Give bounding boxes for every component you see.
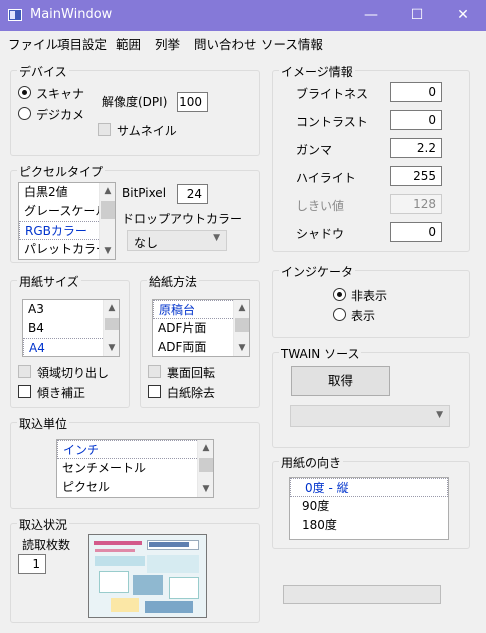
maximize-button[interactable]: ☐ — [394, 0, 440, 31]
scroll-up-icon[interactable]: ▲ — [104, 300, 119, 316]
dropout-value: なし — [134, 236, 159, 250]
scroll-down-icon[interactable]: ▼ — [104, 340, 119, 356]
menu-enumerate[interactable]: 列挙 — [155, 34, 180, 53]
scroll-up-icon[interactable]: ▲ — [198, 440, 213, 456]
acquire-button[interactable]: 取得 — [291, 366, 390, 396]
orientation-title: 用紙の向き — [279, 454, 344, 471]
count-field: 1 — [18, 554, 46, 574]
dropout-label: ドロップアウトカラー — [122, 212, 243, 226]
skip-blank-checkbox[interactable] — [148, 385, 161, 398]
scroll-down-icon[interactable]: ▼ — [100, 243, 115, 259]
pixel-type-list[interactable]: 白黒2値 グレースケール RGBカラー パレットカラー ▲ ▼ — [18, 182, 116, 260]
list-item[interactable]: 180度 — [290, 516, 448, 535]
gamma-input[interactable]: 2.2 — [390, 138, 442, 158]
capture-title: 取込状況 — [17, 516, 70, 533]
unit-title: 取込単位 — [17, 415, 70, 432]
crop-label: 領域切り出し — [37, 366, 110, 380]
close-button[interactable]: ✕ — [440, 0, 486, 31]
threshold-input[interactable]: 128 — [390, 194, 442, 214]
brightness-input[interactable]: 0 — [390, 82, 442, 102]
skip-blank-label: 白紙除去 — [167, 386, 216, 400]
orientation-list[interactable]: 0度 - 縦 90度 180度 — [289, 477, 449, 540]
crop-checkbox[interactable] — [18, 365, 31, 378]
feed-title: 給紙方法 — [147, 273, 200, 290]
contrast-label: コントラスト — [296, 115, 368, 129]
highlight-input[interactable]: 255 — [390, 166, 442, 186]
resolution-input[interactable]: 100 — [177, 92, 208, 112]
camera-radio[interactable] — [18, 107, 31, 120]
list-item[interactable]: ピクセル — [57, 478, 213, 497]
list-item-selected[interactable]: インチ — [57, 440, 213, 459]
scrollbar[interactable]: ▲ ▼ — [197, 440, 213, 497]
thumbnail-label: サムネイル — [117, 124, 177, 138]
scanner-radio[interactable] — [18, 86, 31, 99]
scrollbar[interactable]: ▲ ▼ — [99, 183, 115, 259]
list-item-selected[interactable]: 0度 - 縦 — [290, 478, 448, 497]
scrollbar[interactable]: ▲ ▼ — [103, 300, 119, 356]
thumbnail-checkbox[interactable] — [98, 123, 111, 136]
brightness-label: ブライトネス — [296, 87, 369, 101]
contrast-input[interactable]: 0 — [390, 110, 442, 130]
menu-range[interactable]: 範囲 — [116, 34, 141, 53]
indicator-show-radio[interactable] — [333, 308, 346, 321]
title-bar: MainWindow — ☐ ✕ — [0, 0, 486, 31]
scroll-down-icon[interactable]: ▼ — [198, 481, 213, 497]
window-title: MainWindow — [30, 7, 113, 22]
scan-thumbnail-image — [88, 534, 207, 618]
deskew-checkbox[interactable] — [18, 385, 31, 398]
twain-title: TWAIN ソース — [279, 345, 362, 362]
paper-size-title: 用紙サイズ — [17, 273, 81, 290]
scroll-down-icon[interactable]: ▼ — [234, 340, 249, 356]
scroll-up-icon[interactable]: ▲ — [100, 183, 115, 199]
resolution-label: 解像度(DPI) — [102, 95, 168, 109]
progress-bar — [283, 585, 441, 604]
feed-list[interactable]: 原稿台 ADF片面 ADF両面 ▲ ▼ — [152, 299, 250, 357]
indicator-group — [272, 270, 470, 338]
menu-source-info[interactable]: ソース情報 — [261, 34, 323, 53]
chevron-down-icon: ▼ — [436, 410, 443, 420]
indicator-title: インジケータ — [279, 263, 356, 280]
scroll-thumb[interactable] — [101, 201, 115, 219]
scanner-label: スキャナ — [36, 87, 85, 101]
chevron-down-icon: ▼ — [213, 233, 220, 243]
paper-size-list[interactable]: A3 B4 A4 ▲ ▼ — [22, 299, 120, 357]
gamma-label: ガンマ — [296, 143, 333, 157]
threshold-label: しきい値 — [296, 199, 345, 213]
scrollbar[interactable]: ▲ ▼ — [233, 300, 249, 356]
list-item[interactable]: 90度 — [290, 497, 448, 516]
indicator-hide-radio[interactable] — [333, 288, 346, 301]
menu-file[interactable]: ファイル — [8, 34, 58, 53]
camera-label: デジカメ — [36, 108, 85, 122]
rotate-back-label: 裏面回転 — [167, 366, 216, 380]
shadow-input[interactable]: 0 — [390, 222, 442, 242]
scroll-thumb[interactable] — [235, 318, 249, 332]
scroll-thumb[interactable] — [105, 318, 119, 330]
menu-item-settings[interactable]: 項目設定 — [57, 34, 107, 53]
image-info-title: イメージ情報 — [279, 63, 355, 80]
unit-list[interactable]: インチ センチメートル ピクセル ▲ ▼ — [56, 439, 214, 498]
minimize-button[interactable]: — — [348, 0, 394, 31]
menu-bar: ファイル 項目設定 範囲 列挙 問い合わせ ソース情報 — [0, 31, 486, 53]
count-label: 読取枚数 — [22, 538, 71, 552]
bitpixel-label: BitPixel — [122, 186, 167, 200]
scroll-thumb[interactable] — [199, 458, 213, 472]
shadow-label: シャドウ — [296, 227, 345, 241]
app-icon — [8, 9, 22, 21]
bitpixel-input[interactable]: 24 — [177, 184, 208, 204]
highlight-label: ハイライト — [296, 171, 356, 185]
pixel-type-title: ピクセルタイプ — [17, 163, 106, 180]
device-group-title: デバイス — [17, 63, 69, 80]
source-combo[interactable]: ▼ — [290, 405, 450, 427]
menu-inquiry[interactable]: 問い合わせ — [194, 34, 257, 53]
indicator-show-label: 表示 — [351, 309, 376, 323]
list-item[interactable]: センチメートル — [57, 459, 213, 478]
indicator-hide-label: 非表示 — [351, 289, 388, 303]
rotate-back-checkbox[interactable] — [148, 365, 161, 378]
dropout-combo[interactable]: なし ▼ — [127, 230, 227, 251]
deskew-label: 傾き補正 — [37, 386, 86, 400]
scroll-up-icon[interactable]: ▲ — [234, 300, 249, 316]
